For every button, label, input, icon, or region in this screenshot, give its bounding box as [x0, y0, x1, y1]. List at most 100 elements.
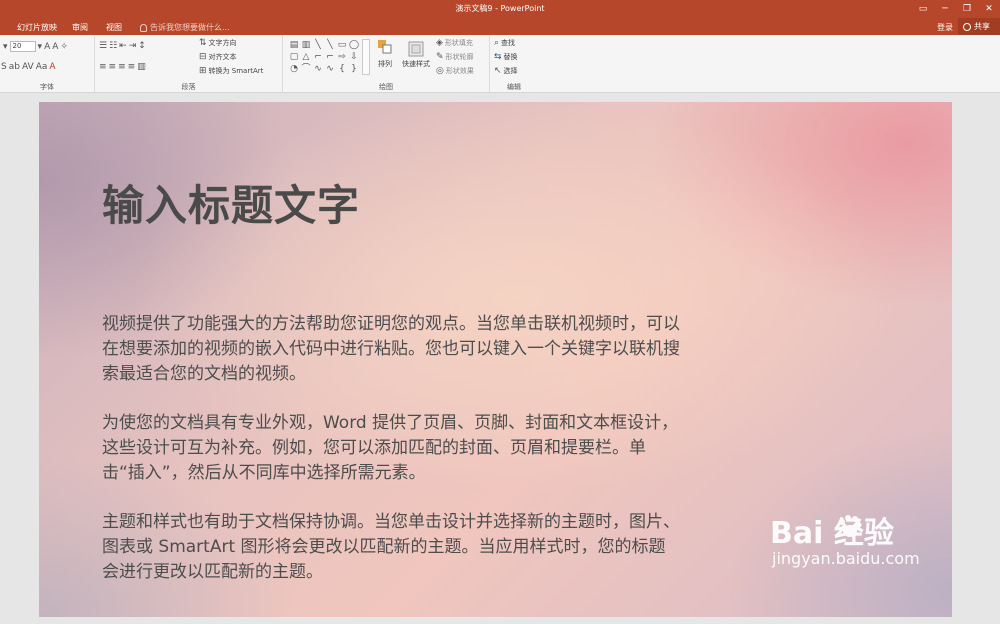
align-center-icon[interactable]: ≡	[109, 62, 117, 72]
text-direction-icon: ⇅	[199, 38, 207, 48]
search-icon: ⌕	[494, 38, 500, 48]
ribbon-tabs: 幻灯片放映 审阅 视图 告诉我您想要做什么... 登录 共享	[0, 18, 1000, 35]
slide-title[interactable]: 输入标题文字	[102, 172, 360, 233]
ribbon-display-icon[interactable]: ▭	[912, 0, 934, 18]
arrow-right-shape-icon[interactable]: ⇨	[336, 51, 348, 63]
effects-icon: ◎	[436, 66, 444, 76]
paragraph-group-label: 段落	[181, 83, 196, 91]
curve-shape-icon[interactable]: ∿	[312, 63, 324, 75]
clear-format-icon[interactable]: ✧	[60, 42, 68, 52]
textbox-shape-icon[interactable]: ▤	[288, 39, 300, 51]
strikethrough-icon[interactable]: ab	[9, 62, 20, 72]
decrease-font-icon[interactable]: A	[52, 42, 58, 52]
login-link[interactable]: 登录	[937, 22, 953, 33]
convert-smartart-button[interactable]: ⊞ 转换为 SmartArt	[199, 66, 263, 76]
font-name-dropdown-icon[interactable]: ▾	[3, 42, 8, 52]
select-label: 选择	[503, 67, 518, 75]
ribbon: ▾ 20 ▾ A A ✧ S ab AV Aa A 字体 ☰ ☷ ⇤ ⇥ ↕ ≡…	[0, 35, 1000, 93]
editing-group: ⌕ 查找 ⇆ 替换 ↖ 选择 编辑	[490, 35, 538, 93]
font-size-input[interactable]: 20	[9, 41, 36, 52]
shapes-gallery-scroll[interactable]	[362, 39, 370, 75]
brace-shape-icon[interactable]: {	[336, 63, 348, 75]
font-color-icon[interactable]: A	[49, 62, 55, 72]
align-right-icon[interactable]: ≡	[118, 62, 126, 72]
replace-label: 替换	[503, 53, 518, 61]
person-icon	[963, 22, 971, 31]
share-button[interactable]: 共享	[958, 18, 1000, 35]
text-direction-button[interactable]: ⇅ 文字方向	[199, 38, 237, 48]
increase-font-icon[interactable]: A	[44, 42, 50, 52]
align-left-icon[interactable]: ≡	[99, 62, 107, 72]
body-paragraph: 主题和样式也有助于文档保持协调。当您单击设计并选择新的主题时，图片、图表或 Sm…	[102, 512, 680, 582]
font-group: ▾ 20 ▾ A A ✧ S ab AV Aa A 字体	[0, 35, 95, 93]
body-paragraph: 为使您的文档具有专业外观，Word 提供了页眉、页脚、封面和文本框设计，这些设计…	[102, 413, 679, 483]
triangle-shape-icon[interactable]: △	[300, 51, 312, 63]
smartart-icon: ⊞	[199, 66, 207, 76]
shape-outline-button[interactable]: ✎ 形状轮廓	[436, 52, 474, 62]
slide-body[interactable]: 视频提供了功能强大的方法帮助您证明您的观点。当您单击联机视频时，可以在想要添加的…	[102, 312, 682, 609]
text-shadow-icon[interactable]: S	[1, 62, 7, 72]
bullets-icon[interactable]: ☰	[99, 41, 107, 51]
align-text-label: 对齐文本	[208, 53, 237, 61]
minimize-icon[interactable]: ─	[934, 0, 956, 18]
body-paragraph: 视频提供了功能强大的方法帮助您证明您的观点。当您单击联机视频时，可以在想要添加的…	[102, 314, 680, 384]
pie-shape-icon[interactable]: ◔	[288, 63, 300, 75]
tell-me-placeholder: 告诉我您想要做什么...	[150, 23, 230, 32]
change-case-icon[interactable]: Aa	[36, 62, 48, 72]
align-text-button[interactable]: ⊟ 对齐文本	[199, 52, 237, 62]
tab-view[interactable]: 视图	[106, 22, 122, 33]
font-group-label: 字体	[40, 83, 54, 91]
window-controls: ▭ ─ ❐ ✕	[912, 0, 1000, 18]
numbering-icon[interactable]: ☷	[109, 41, 117, 51]
quick-styles-button[interactable]: 快速样式	[402, 41, 430, 69]
restore-icon[interactable]: ❐	[956, 0, 978, 18]
curve-shape-icon[interactable]: ∿	[324, 63, 336, 75]
shape-outline-label: 形状轮廓	[445, 53, 474, 61]
rectangle-shape-icon[interactable]: ▭	[336, 39, 348, 51]
line-shape-icon[interactable]: ╲	[324, 39, 336, 51]
align-text-icon: ⊟	[199, 52, 207, 62]
arrow-down-shape-icon[interactable]: ⇩	[348, 51, 360, 63]
window-title: 演示文稿9 - PowerPoint	[455, 4, 545, 13]
shape-effects-label: 形状效果	[445, 67, 474, 75]
replace-button[interactable]: ⇆ 替换	[494, 52, 518, 62]
quick-styles-icon	[408, 41, 424, 57]
shapes-gallery[interactable]: ▤ ▥ ╲ ╲ ▭ ◯ ▢ △ ⌐ ⌐ ⇨ ⇩ ◔ ⌒ ∿ ∿ { }	[288, 39, 360, 75]
shape-fill-label: 形状填充	[444, 39, 473, 47]
char-spacing-icon[interactable]: AV	[22, 62, 34, 72]
justify-icon[interactable]: ≡	[128, 62, 136, 72]
shape-effects-button[interactable]: ◎ 形状效果	[436, 66, 474, 76]
line-spacing-icon[interactable]: ↕	[138, 41, 146, 51]
connector-shape-icon[interactable]: ⌐	[312, 51, 324, 63]
lightbulb-icon	[140, 23, 147, 32]
increase-indent-icon[interactable]: ⇥	[129, 41, 137, 51]
watermark-url: jingyan.baidu.com	[772, 549, 920, 568]
shape-fill-button[interactable]: ◈ 形状填充	[436, 38, 473, 48]
close-icon[interactable]: ✕	[978, 0, 1000, 18]
find-button[interactable]: ⌕ 查找	[494, 38, 515, 48]
find-label: 查找	[501, 39, 516, 47]
tell-me-search[interactable]: 告诉我您想要做什么...	[140, 22, 230, 33]
rounded-rect-shape-icon[interactable]: ▢	[288, 51, 300, 63]
oval-shape-icon[interactable]: ◯	[348, 39, 360, 51]
replace-icon: ⇆	[494, 52, 502, 62]
pen-icon: ✎	[436, 52, 444, 62]
quick-styles-label: 快速样式	[402, 60, 430, 68]
font-size-dropdown-icon[interactable]: ▾	[38, 42, 43, 52]
freeform-shape-icon[interactable]: ⌒	[300, 63, 312, 75]
arrange-icon	[378, 40, 392, 54]
brace-shape-icon[interactable]: }	[348, 63, 360, 75]
convert-smartart-label: 转换为 SmartArt	[208, 67, 264, 75]
vertical-textbox-shape-icon[interactable]: ▥	[300, 39, 312, 51]
columns-icon[interactable]: ▥	[137, 62, 146, 72]
decrease-indent-icon[interactable]: ⇤	[119, 41, 127, 51]
paw-icon	[839, 515, 862, 537]
drawing-group-label: 绘图	[379, 83, 393, 91]
editing-group-label: 编辑	[507, 83, 521, 91]
line-shape-icon[interactable]: ╲	[312, 39, 324, 51]
select-button[interactable]: ↖ 选择	[494, 66, 518, 76]
connector-shape-icon[interactable]: ⌐	[324, 51, 336, 63]
tab-review[interactable]: 审阅	[72, 22, 88, 33]
paragraph-group: ☰ ☷ ⇤ ⇥ ↕ ≡ ≡ ≡ ≡ ▥ ⇅ 文字方向 ⊟ 对齐文本 ⊞ 转换为 …	[95, 35, 283, 93]
tab-slideshow[interactable]: 幻灯片放映	[17, 22, 57, 33]
